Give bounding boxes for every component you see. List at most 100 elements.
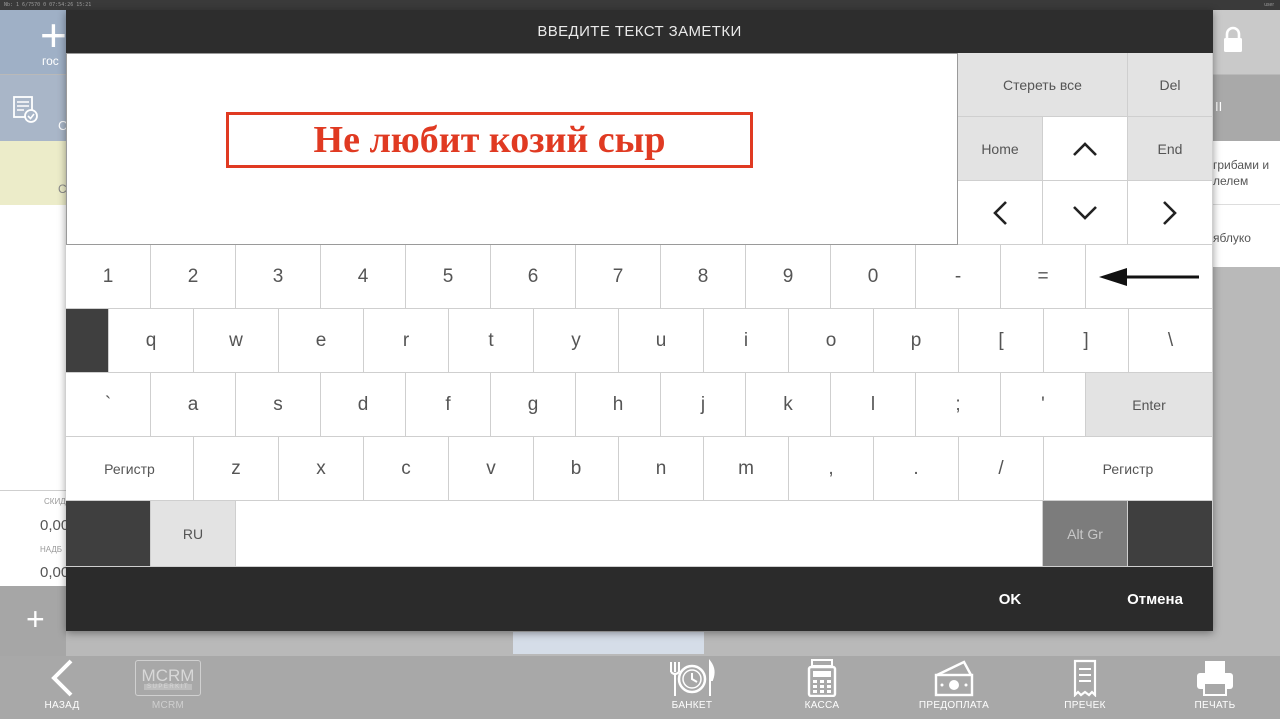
banquet-button[interactable]: БАНКЕТ xyxy=(660,656,724,719)
key-e[interactable]: e xyxy=(279,309,364,373)
key-o[interactable]: o xyxy=(789,309,874,373)
precheck-button[interactable]: ПРЕЧЕК xyxy=(1054,656,1116,719)
altgr-key[interactable]: Alt Gr xyxy=(1043,501,1128,567)
shift-key-right[interactable]: Регистр xyxy=(1044,437,1213,501)
home-key[interactable]: Home xyxy=(958,117,1043,181)
key-minus[interactable]: - xyxy=(916,245,1001,309)
selected-strip xyxy=(513,632,704,654)
key-4[interactable]: 4 xyxy=(321,245,406,309)
key-m[interactable]: m xyxy=(704,437,789,501)
menu-category-tile[interactable]: II xyxy=(1213,75,1280,141)
key-quote[interactable]: ' xyxy=(1001,373,1086,437)
ctrl-key[interactable] xyxy=(66,501,151,567)
dialog-action-bar: OK Отмена xyxy=(66,567,1213,631)
key-v[interactable]: v xyxy=(449,437,534,501)
key-f[interactable]: f xyxy=(406,373,491,437)
enter-key[interactable]: Enter xyxy=(1086,373,1213,437)
key-k[interactable]: k xyxy=(746,373,831,437)
key-0[interactable]: 0 xyxy=(831,245,916,309)
print-button[interactable]: ПЕЧАТЬ xyxy=(1184,656,1246,719)
backspace-key[interactable] xyxy=(1086,245,1213,309)
key-5[interactable]: 5 xyxy=(406,245,491,309)
shift-key-left[interactable]: Регистр xyxy=(66,437,194,501)
language-key[interactable]: RU xyxy=(151,501,236,567)
key-x[interactable]: x xyxy=(279,437,364,501)
note-dialog: ВВЕДИТЕ ТЕКСТ ЗАМЕТКИ Не любит козий сыр… xyxy=(66,10,1213,631)
chevron-up-icon xyxy=(1073,141,1097,156)
key-period[interactable]: . xyxy=(874,437,959,501)
category-label: II xyxy=(1215,99,1223,114)
clear-all-key[interactable]: Стереть все xyxy=(958,53,1128,117)
key-comma[interactable]: , xyxy=(789,437,874,501)
key-y[interactable]: y xyxy=(534,309,619,373)
guests-label: гос xyxy=(42,54,59,68)
space-key[interactable] xyxy=(236,501,1043,567)
key-6[interactable]: 6 xyxy=(491,245,576,309)
key-s[interactable]: s xyxy=(236,373,321,437)
money-icon xyxy=(934,656,974,700)
key-2[interactable]: 2 xyxy=(151,245,236,309)
key-h[interactable]: h xyxy=(576,373,661,437)
plus-icon: + xyxy=(40,9,67,61)
key-b[interactable]: b xyxy=(534,437,619,501)
arrow-up-key[interactable] xyxy=(1043,117,1128,181)
key-backslash[interactable]: \ xyxy=(1129,309,1213,373)
key-q[interactable]: q xyxy=(109,309,194,373)
key-1[interactable]: 1 xyxy=(66,245,151,309)
key-w[interactable]: w xyxy=(194,309,279,373)
prepay-button[interactable]: ПРЕДОПЛАТА xyxy=(916,656,992,719)
key-u[interactable]: u xyxy=(619,309,704,373)
key-a[interactable]: a xyxy=(151,373,236,437)
key-r[interactable]: r xyxy=(364,309,449,373)
key-t[interactable]: t xyxy=(449,309,534,373)
arrow-left-key[interactable] xyxy=(958,181,1043,245)
key-7[interactable]: 7 xyxy=(576,245,661,309)
chevron-down-icon xyxy=(1073,205,1097,220)
menu-item-2[interactable]: яблуко xyxy=(1213,205,1280,267)
backspace-arrow-icon xyxy=(1099,267,1199,286)
key-i[interactable]: i xyxy=(704,309,789,373)
lock-icon xyxy=(1224,26,1242,52)
order-item-yellow[interactable] xyxy=(0,141,66,205)
note-text: Не любит козий сыр xyxy=(313,119,666,161)
cashbox-button[interactable]: КАССА xyxy=(792,656,852,719)
key-c[interactable]: c xyxy=(364,437,449,501)
key-j[interactable]: j xyxy=(661,373,746,437)
tab-key[interactable] xyxy=(66,309,109,373)
key-9[interactable]: 9 xyxy=(746,245,831,309)
key-p[interactable]: p xyxy=(874,309,959,373)
key-equals[interactable]: = xyxy=(1001,245,1086,309)
key-bracket-left[interactable]: [ xyxy=(959,309,1044,373)
right-ctrl-key[interactable] xyxy=(1128,501,1213,567)
arrow-down-key[interactable] xyxy=(1043,181,1128,245)
key-slash[interactable]: / xyxy=(959,437,1044,501)
menu-item-1-line2: лелем xyxy=(1213,174,1249,188)
mcrm-button[interactable]: MCRM SUPERKIT MCRM xyxy=(133,656,203,719)
menu-item-2-label: яблуко xyxy=(1213,231,1251,245)
printer-icon xyxy=(1195,656,1235,700)
key-bracket-right[interactable]: ] xyxy=(1044,309,1129,373)
key-8[interactable]: 8 xyxy=(661,245,746,309)
key-g[interactable]: g xyxy=(491,373,576,437)
receipt-icon xyxy=(1072,656,1098,700)
ok-button[interactable]: OK xyxy=(970,567,1050,631)
dialog-title: ВВЕДИТЕ ТЕКСТ ЗАМЕТКИ xyxy=(537,23,742,40)
key-l[interactable]: l xyxy=(831,373,916,437)
del-key[interactable]: Del xyxy=(1128,53,1213,117)
chevron-right-icon xyxy=(1163,200,1177,225)
key-n[interactable]: n xyxy=(619,437,704,501)
key-3[interactable]: 3 xyxy=(236,245,321,309)
banquet-icon xyxy=(666,656,718,700)
order-check-icon xyxy=(13,96,38,123)
key-semicolon[interactable]: ; xyxy=(916,373,1001,437)
back-button[interactable]: НАЗАД xyxy=(32,656,92,719)
end-key[interactable]: End xyxy=(1128,117,1213,181)
arrow-right-key[interactable] xyxy=(1128,181,1213,245)
cancel-button[interactable]: Отмена xyxy=(1100,567,1210,631)
key-backtick[interactable]: ` xyxy=(66,373,151,437)
key-z[interactable]: z xyxy=(194,437,279,501)
key-d[interactable]: d xyxy=(321,373,406,437)
menu-item-1[interactable]: грибами и лелем xyxy=(1213,141,1280,205)
note-text-area[interactable]: Не любит козий сыр xyxy=(66,53,958,245)
status-bar-text: Nb: 1 6/7570 0 07:54:26 15:21 xyxy=(4,2,92,8)
